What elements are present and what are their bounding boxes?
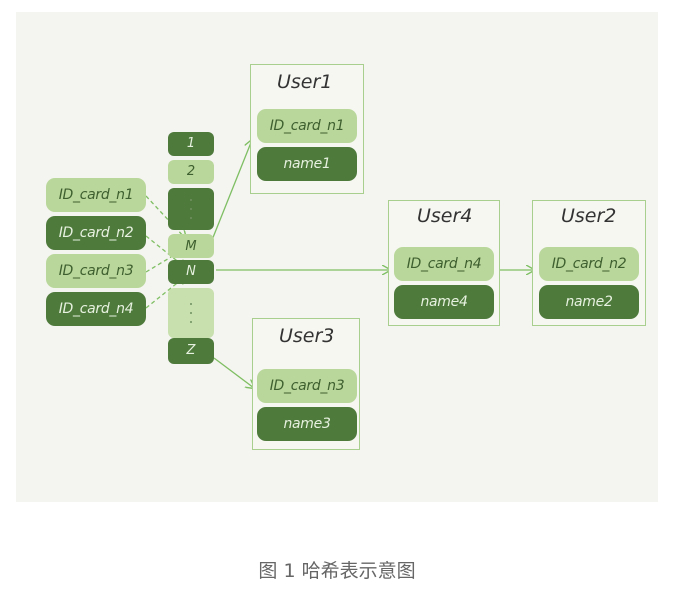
figure-caption: 图 1 哈希表示意图 (258, 560, 416, 582)
user2-record: User2 ID_card_n2 name2 (532, 200, 646, 326)
slot-m: M (168, 234, 214, 258)
key-id-card-n4: ID_card_n4 (46, 292, 146, 326)
user3-title: User3 (279, 325, 335, 347)
slot-ellipsis-upper (168, 188, 214, 230)
user1-record: User1 ID_card_n1 name1 (250, 64, 364, 194)
user4-name: name4 (394, 285, 494, 319)
key-id-card-n1: ID_card_n1 (46, 178, 146, 212)
user1-id-card: ID_card_n1 (257, 109, 357, 143)
slot-n: N (168, 260, 214, 284)
user4-record: User4 ID_card_n4 name4 (388, 200, 500, 326)
slot-1: 1 (168, 132, 214, 156)
user3-record: User3 ID_card_n3 name3 (252, 318, 360, 450)
slot-ellipsis-lower (168, 288, 214, 338)
user1-name: name1 (257, 147, 357, 181)
user2-id-card: ID_card_n2 (539, 247, 639, 281)
user2-name: name2 (539, 285, 639, 319)
key-id-card-n3: ID_card_n3 (46, 254, 146, 288)
user3-name: name3 (257, 407, 357, 441)
user4-id-card: ID_card_n4 (394, 247, 494, 281)
arrow-z-to-user3 (213, 357, 254, 388)
key-id-card-n2: ID_card_n2 (46, 216, 146, 250)
user4-title: User4 (417, 205, 473, 227)
slot-2: 2 (168, 160, 214, 184)
slot-z: Z (168, 338, 214, 364)
user1-title: User1 (277, 71, 333, 93)
user3-id-card: ID_card_n3 (257, 369, 357, 403)
arrow-m-to-user1 (211, 140, 252, 241)
user2-title: User2 (561, 205, 617, 227)
